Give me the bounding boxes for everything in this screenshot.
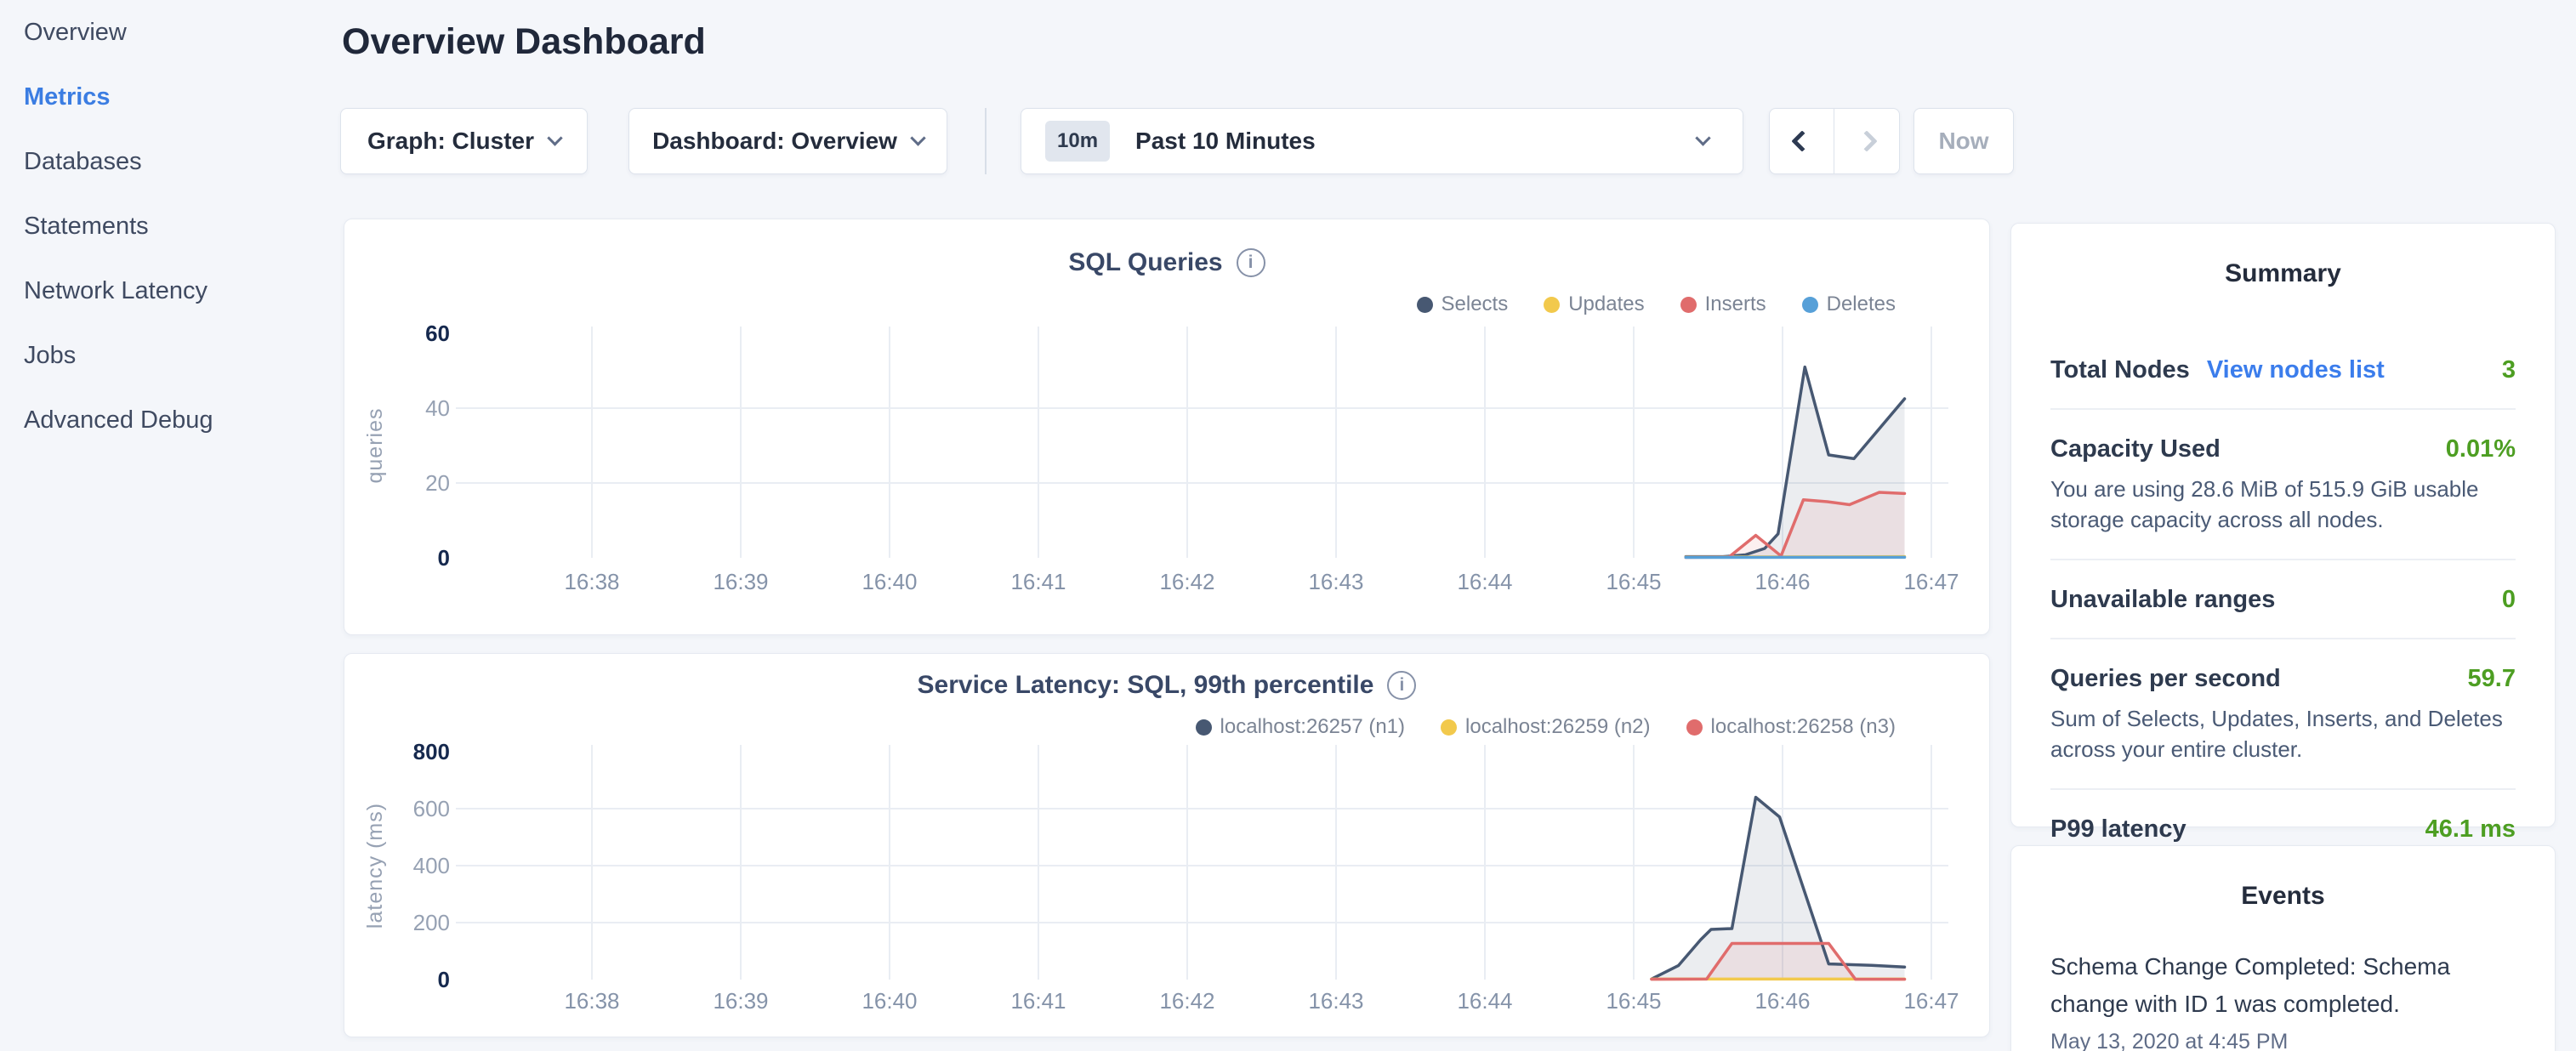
- sidebar-list: OverviewMetricsDatabasesStatementsNetwor…: [0, 0, 340, 452]
- app-root: OverviewMetricsDatabasesStatementsNetwor…: [0, 0, 2576, 1051]
- summary-row-label: Total Nodes: [2050, 356, 2190, 384]
- service-latency-chart-card: Service Latency: SQL, 99th percentile i …: [344, 653, 1990, 1037]
- y-axis-label: queries: [363, 408, 387, 484]
- chevron-down-icon: [1695, 130, 1710, 145]
- service-latency-plot[interactable]: 0 200 400 600 800 latency (ms) 16:38 16:39 16:40…: [344, 654, 1991, 1037]
- summary-row-value: 0.01%: [2446, 435, 2516, 463]
- summary-panel: Summary Total Nodes View nodes list 3 Capac…: [2010, 223, 2556, 827]
- time-step-forward-button[interactable]: [1834, 108, 1899, 174]
- events-title: Events: [2050, 882, 2516, 911]
- view-nodes-list-link[interactable]: View nodes list: [2207, 356, 2385, 384]
- y-tick-label: 200: [413, 910, 450, 935]
- sql-queries-plot[interactable]: 0 20 40 60 queries 16:38 16:39 16:40 16:41 16:42 1…: [344, 219, 1991, 611]
- x-tick-label: 16:42: [1159, 988, 1214, 1014]
- x-tick-label: 16:44: [1457, 569, 1512, 594]
- graph-dropdown-label: Graph: Cluster: [367, 128, 534, 155]
- x-tick-label: 16:46: [1754, 569, 1810, 594]
- event-timestamp: May 13, 2020 at 4:45 PM: [2050, 1030, 2516, 1051]
- page-title: Overview Dashboard: [342, 21, 706, 63]
- y-tick-label: 400: [413, 853, 450, 878]
- x-tick-label: 16:44: [1457, 988, 1512, 1014]
- summary-row-value: 46.1 ms: [2425, 815, 2516, 844]
- x-tick-label: 16:38: [564, 569, 619, 594]
- y-axis-label: latency (ms): [363, 803, 387, 929]
- chevron-down-icon: [547, 130, 562, 145]
- time-window-badge: 10m: [1045, 121, 1110, 162]
- summary-row-description: You are using 28.6 MiB of 515.9 GiB usab…: [2050, 474, 2516, 535]
- time-step-buttons: [1769, 108, 1900, 174]
- summary-row-label: Capacity Used: [2050, 435, 2221, 463]
- sidebar: OverviewMetricsDatabasesStatementsNetwor…: [0, 0, 340, 1051]
- chevron-down-icon: [910, 130, 925, 145]
- y-tick-label: 600: [413, 796, 450, 821]
- now-button[interactable]: Now: [1914, 108, 2014, 174]
- sidebar-item-metrics[interactable]: Metrics: [24, 65, 340, 129]
- events-list: Schema Change Completed: Schema change w…: [2050, 948, 2516, 1051]
- x-tick-label: 16:38: [564, 988, 619, 1014]
- y-tick-label: 60: [425, 321, 450, 346]
- summary-row-unavailable-ranges: Unavailable ranges 0: [2050, 560, 2516, 639]
- summary-row-capacity-used: Capacity Used 0.01% You are using 28.6 MiB…: [2050, 410, 2516, 560]
- x-tick-label: 16:41: [1010, 988, 1066, 1014]
- x-tick-label: 16:43: [1308, 988, 1363, 1014]
- graph-dropdown[interactable]: Graph: Cluster: [340, 108, 588, 174]
- summary-row-total-nodes: Total Nodes View nodes list 3: [2050, 331, 2516, 410]
- events-panel: Events Schema Change Completed: Schema c…: [2010, 845, 2556, 1051]
- x-tick-label: 16:40: [862, 988, 917, 1014]
- x-tick-label: 16:47: [1903, 569, 1959, 594]
- sidebar-item-jobs[interactable]: Jobs: [24, 323, 340, 388]
- now-button-label: Now: [1938, 128, 1988, 155]
- summary-row-label: Queries per second: [2050, 665, 2281, 693]
- sidebar-item-overview[interactable]: Overview: [24, 0, 340, 65]
- chevron-left-icon: [1791, 130, 1812, 151]
- sidebar-item-network-latency[interactable]: Network Latency: [24, 258, 340, 323]
- y-tick-label: 0: [438, 967, 450, 992]
- event-message: Schema Change Completed: Schema change w…: [2050, 948, 2516, 1023]
- summary-row-label: Unavailable ranges: [2050, 586, 2275, 614]
- x-tick-label: 16:45: [1606, 988, 1661, 1014]
- x-tick-label: 16:40: [862, 569, 917, 594]
- sidebar-item-statements[interactable]: Statements: [24, 194, 340, 258]
- time-window-dropdown[interactable]: 10m Past 10 Minutes: [1021, 108, 1743, 174]
- chevron-right-icon: [1856, 130, 1877, 151]
- sidebar-item-databases[interactable]: Databases: [24, 129, 340, 194]
- x-tick-label: 16:43: [1308, 569, 1363, 594]
- summary-row-description: Sum of Selects, Updates, Inserts, and De…: [2050, 703, 2516, 764]
- controls-divider: [985, 108, 987, 174]
- summary-row-queries-per-second: Queries per second 59.7 Sum of Selects, Up…: [2050, 639, 2516, 790]
- summary-title: Summary: [2050, 259, 2516, 288]
- summary-row-value: 3: [2502, 356, 2516, 384]
- time-window-label: Past 10 Minutes: [1135, 128, 1316, 155]
- sql-queries-chart-card: SQL Queries i SelectsUpdatesInsertsDelet…: [344, 219, 1990, 635]
- dashboard-dropdown-label: Dashboard: Overview: [652, 128, 897, 155]
- summary-row-value: 0: [2502, 586, 2516, 614]
- y-tick-label: 40: [425, 395, 450, 421]
- x-tick-label: 16:39: [713, 569, 768, 594]
- x-tick-label: 16:46: [1754, 988, 1810, 1014]
- y-tick-label: 800: [413, 739, 450, 764]
- x-tick-label: 16:42: [1159, 569, 1214, 594]
- time-step-back-button[interactable]: [1770, 108, 1834, 174]
- sidebar-item-advanced-debug[interactable]: Advanced Debug: [24, 388, 340, 452]
- summary-row-value: 59.7: [2468, 665, 2516, 693]
- y-tick-label: 0: [438, 545, 450, 571]
- x-tick-label: 16:41: [1010, 569, 1066, 594]
- y-tick-label: 20: [425, 470, 450, 496]
- summary-row-label: P99 latency: [2050, 815, 2186, 844]
- dashboard-dropdown[interactable]: Dashboard: Overview: [628, 108, 947, 174]
- x-tick-label: 16:45: [1606, 569, 1661, 594]
- summary-rows: Total Nodes View nodes list 3 Capacity Used…: [2050, 331, 2516, 867]
- x-tick-label: 16:39: [713, 988, 768, 1014]
- controls-row: Graph: Cluster Dashboard: Overview 10m P…: [340, 108, 2126, 174]
- x-tick-label: 16:47: [1903, 988, 1959, 1014]
